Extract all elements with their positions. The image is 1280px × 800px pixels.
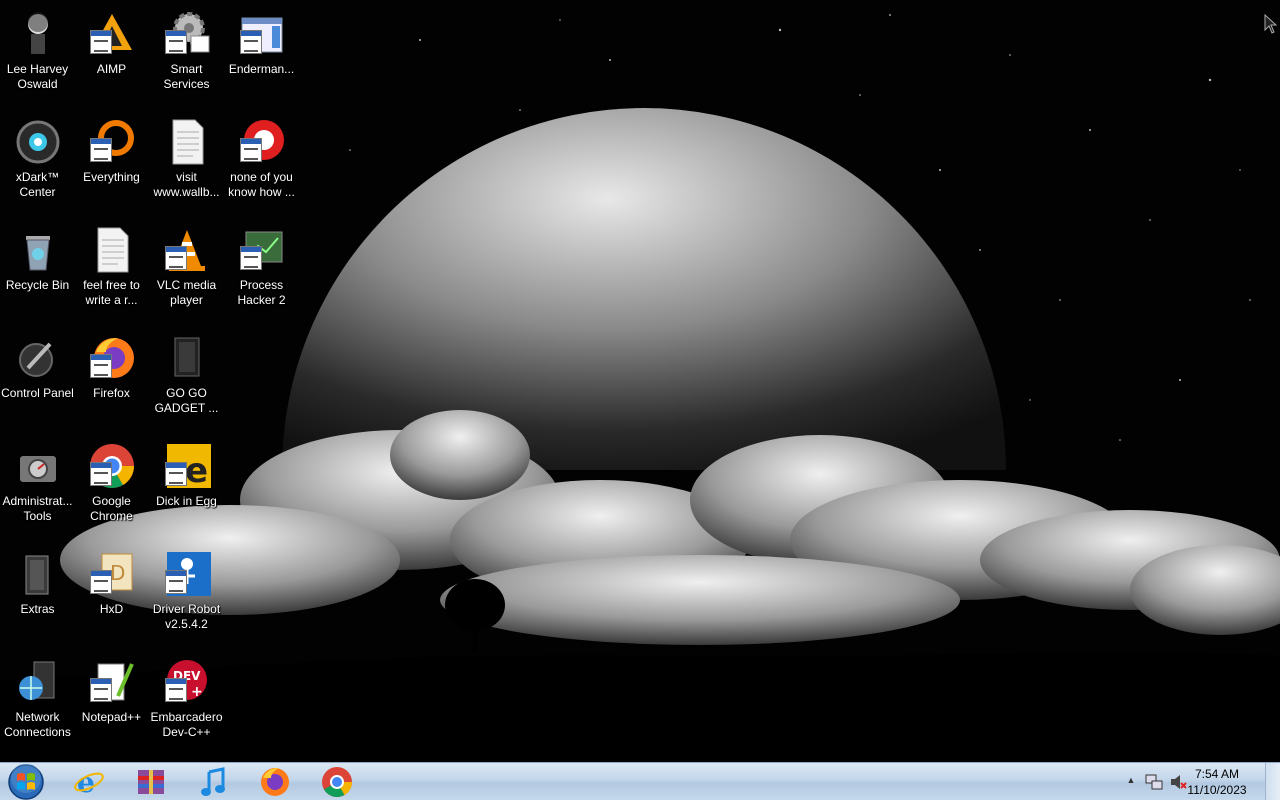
icon-label: Process Hacker 2: [237, 278, 286, 307]
start-button[interactable]: [4, 763, 48, 800]
icon-label: Lee Harvey Oswald: [6, 62, 69, 91]
icon-label: HxD: [99, 602, 124, 616]
shortcut-overlay-icon: [165, 678, 187, 702]
icon-label: GO GO GADGET ...: [154, 386, 219, 415]
network-icon: [19, 661, 55, 700]
desktop-icon-vlc[interactable]: VLC media player: [149, 222, 224, 326]
taskbar-pin-firefox[interactable]: [250, 765, 300, 799]
icon-label: Google Chrome: [90, 494, 133, 523]
shortcut-overlay-icon: [240, 138, 262, 162]
firefox-icon: [261, 768, 289, 796]
taskbar: e ▲ 7:54 AM 11/10/2023: [0, 762, 1280, 800]
icon-label: Everything: [83, 170, 140, 184]
chrome-icon: [322, 767, 352, 798]
desktop-icon-lee-harvey-oswald[interactable]: Lee Harvey Oswald: [0, 6, 75, 110]
taskbar-pin-music[interactable]: [188, 765, 238, 799]
desktop-icon-hxd[interactable]: D HxD: [74, 546, 149, 650]
shortcut-overlay-icon: [90, 30, 112, 54]
taskbar-pin-archiver[interactable]: [126, 765, 176, 799]
icon-label: none of you know how ...: [228, 170, 295, 199]
folder-icon: [25, 555, 49, 595]
desktop-icon-google-chrome[interactable]: Google Chrome: [74, 438, 149, 542]
icon-label: Dick in Egg: [156, 494, 217, 508]
icon-label: Control Panel: [1, 386, 74, 400]
desktop-icon-none-of-you[interactable]: none of you know how ...: [224, 114, 299, 218]
shortcut-overlay-icon: [90, 354, 112, 378]
text-file-icon: [97, 227, 129, 273]
archive-icon: [138, 770, 164, 794]
network-tray-icon[interactable]: [1145, 773, 1163, 791]
desktop[interactable]: Lee Harvey Oswald xDark™ Center Recycle …: [0, 0, 1280, 762]
icon-label: Enderman...: [228, 62, 295, 76]
user-figure-icon: [28, 12, 48, 54]
taskbar-pin-google-chrome[interactable]: [312, 765, 362, 799]
system-tray: ▲ 7:54 AM 11/10/2023: [1120, 763, 1280, 800]
svg-text:D: D: [110, 561, 125, 585]
desktop-icon-administrative-tools[interactable]: Administrat... Tools: [0, 438, 75, 542]
shortcut-overlay-icon: [240, 246, 262, 270]
desktop-icon-recycle-bin[interactable]: Recycle Bin: [0, 222, 75, 326]
clock[interactable]: 7:54 AM 11/10/2023: [1182, 766, 1252, 798]
desktop-icon-notepadpp[interactable]: Notepad++: [74, 654, 149, 758]
control-panel-icon: [19, 342, 53, 377]
shortcut-overlay-icon: [90, 570, 112, 594]
icon-label: xDark™ Center: [15, 170, 60, 199]
ie-icon: e: [74, 766, 104, 798]
desktop-icon-everything[interactable]: Everything: [74, 114, 149, 218]
clock-date: 11/10/2023: [1187, 783, 1247, 797]
desktop-icon-devcpp[interactable]: DEV + Embarcadero Dev-C++: [149, 654, 224, 758]
desktop-icon-smart-services[interactable]: Smart Services: [149, 6, 224, 110]
desktop-icon-network-connections[interactable]: Network Connections: [0, 654, 75, 758]
dark-folder-icon: [174, 337, 200, 377]
icon-label: VLC media player: [156, 278, 217, 307]
icon-label: Network Connections: [4, 710, 71, 739]
desktop-icons: Lee Harvey Oswald xDark™ Center Recycle …: [0, 0, 310, 762]
shortcut-overlay-icon: [165, 246, 187, 270]
icon-label: Firefox: [93, 386, 130, 400]
shortcut-overlay-icon: [165, 30, 187, 54]
show-desktop-button[interactable]: [1265, 763, 1280, 800]
shortcut-overlay-icon: [90, 462, 112, 486]
desktop-icon-go-go-gadget[interactable]: GO GO GADGET ...: [149, 330, 224, 434]
show-hidden-icons-button[interactable]: ▲: [1125, 775, 1137, 785]
desktop-icon-visit-wallb[interactable]: visit www.wallb...: [149, 114, 224, 218]
shortcut-overlay-icon: [165, 570, 187, 594]
icon-label: Driver Robot v2.5.4.2: [152, 602, 221, 631]
text-file-icon: [172, 119, 204, 165]
music-note-icon: [201, 767, 225, 796]
desktop-icon-xdark-center[interactable]: xDark™ Center: [0, 114, 75, 218]
icon-label: Smart Services: [163, 62, 210, 91]
shortcut-overlay-icon: [90, 138, 112, 162]
windows-orb-icon: [8, 763, 44, 800]
icon-label: visit www.wallb...: [153, 170, 220, 199]
icon-label: Extras: [20, 602, 55, 616]
desktop-icon-process-hacker[interactable]: Process Hacker 2: [224, 222, 299, 326]
taskbar-pin-internet-explorer[interactable]: e: [64, 765, 114, 799]
desktop-icon-control-panel[interactable]: Control Panel: [0, 330, 75, 434]
cursor-icon: [1264, 14, 1278, 34]
shortcut-overlay-icon: [240, 30, 262, 54]
desktop-icon-extras[interactable]: Extras: [0, 546, 75, 650]
desktop-icon-feel-free[interactable]: feel free to write a r...: [74, 222, 149, 326]
recycle-bin-icon: [26, 236, 50, 271]
icon-label: feel free to write a r...: [83, 278, 140, 307]
icon-label: Administrat... Tools: [2, 494, 73, 523]
admin-tools-icon: [20, 456, 56, 482]
svg-text:e: e: [185, 451, 208, 490]
desktop-icon-enderman[interactable]: Enderman...: [224, 6, 299, 110]
desktop-icon-firefox[interactable]: Firefox: [74, 330, 149, 434]
clock-time: 7:54 AM: [1194, 767, 1240, 781]
icon-label: Notepad++: [81, 710, 142, 724]
icon-label: AIMP: [96, 62, 127, 76]
desktop-icon-dick-in-egg[interactable]: e Dick in Egg: [149, 438, 224, 542]
svg-text:+: +: [191, 684, 203, 700]
icon-label: Embarcadero Dev-C++: [150, 710, 223, 739]
shortcut-overlay-icon: [165, 462, 187, 486]
icon-label: Recycle Bin: [5, 278, 70, 292]
xdark-orb-icon: [16, 120, 60, 164]
desktop-icon-driver-robot[interactable]: Driver Robot v2.5.4.2: [149, 546, 224, 650]
shortcut-overlay-icon: [90, 678, 112, 702]
desktop-icon-aimp[interactable]: AIMP: [74, 6, 149, 110]
